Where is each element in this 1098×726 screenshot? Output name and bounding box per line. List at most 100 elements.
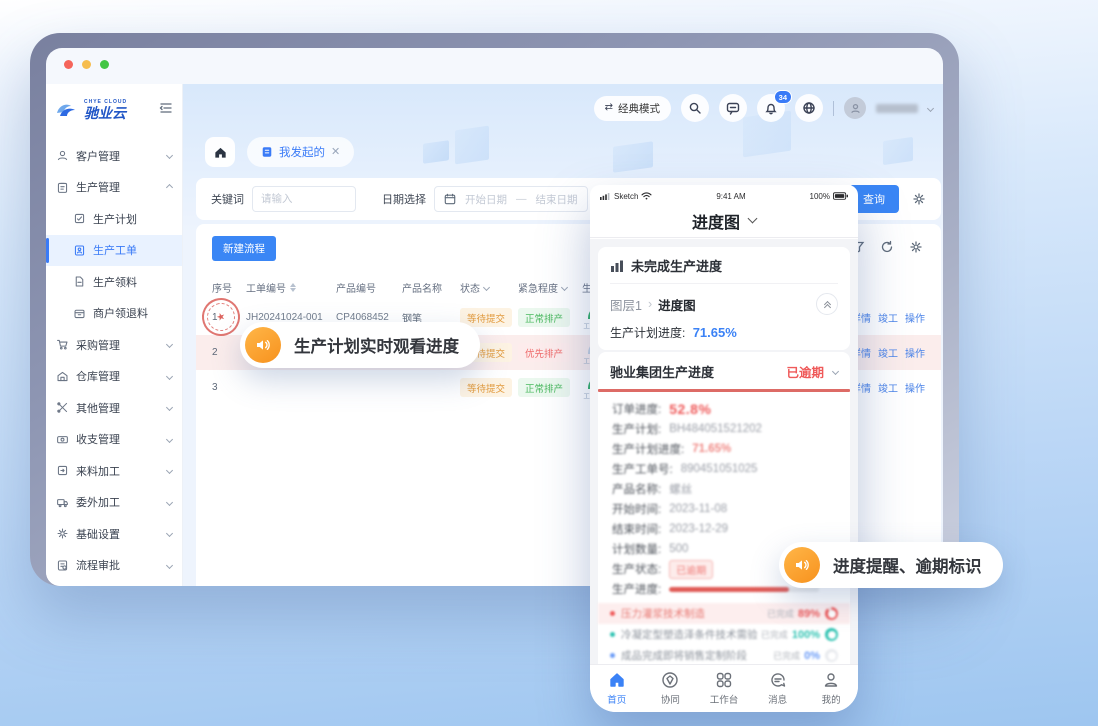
- header-status[interactable]: 状态: [460, 280, 518, 295]
- operate-link[interactable]: 操作: [905, 310, 925, 325]
- callout-realtime-progress: 生产计划实时观看进度: [240, 322, 480, 368]
- brand-logo-icon: [55, 101, 79, 119]
- chevron-down-icon: [166, 499, 173, 506]
- doc-in-icon: [56, 464, 69, 477]
- sidebar-item-purchase[interactable]: 采购管理: [46, 329, 182, 361]
- complete-link[interactable]: 竣工: [878, 380, 898, 395]
- carrier-signal: Sketch: [600, 192, 652, 201]
- unfinished-progress-card: 未完成生产进度 图层1 › 进度图 生产计划进度: 71.65%: [598, 247, 850, 350]
- sidebar-item-approval[interactable]: 流程审批: [46, 550, 182, 582]
- window-controls: [64, 60, 109, 69]
- page-background: CHYE CLOUD 驰业云 客户管理 生产管理: [0, 0, 1098, 726]
- task-row[interactable]: 冷凝定型塑造泽条件技术需验 已完成 100%: [598, 624, 850, 645]
- tab-my-initiated[interactable]: 我发起的 ✕: [247, 137, 354, 167]
- overdue-badge: 已逾期: [669, 560, 713, 579]
- new-process-button[interactable]: 新建流程: [212, 236, 276, 261]
- sidebar-item-incoming-processing[interactable]: 来料加工: [46, 455, 182, 487]
- username-redacted: [876, 104, 918, 113]
- chevron-down-icon: [166, 404, 173, 411]
- message-icon[interactable]: [719, 94, 747, 122]
- speaker-icon: [245, 327, 281, 363]
- classic-mode-button[interactable]: ⇄ 经典模式: [594, 96, 671, 121]
- date-range-picker[interactable]: 开始日期 — 结束日期: [434, 186, 588, 212]
- collapse-up-button[interactable]: [816, 293, 838, 315]
- notification-bell-icon[interactable]: 34: [757, 94, 785, 122]
- swap-icon: ⇄: [605, 103, 613, 113]
- tab-messages[interactable]: 消息: [751, 665, 805, 712]
- sidebar-item-merchant-return[interactable]: 商户领退料: [46, 298, 182, 330]
- sidebar-item-other[interactable]: 其他管理: [46, 392, 182, 424]
- detail-row: 生产计划:BH484051521202: [612, 419, 836, 439]
- tab-workbench[interactable]: 工作台: [697, 665, 751, 712]
- operate-link[interactable]: 操作: [905, 345, 925, 360]
- sidebar-item-finance[interactable]: 收支管理: [46, 424, 182, 456]
- cart-icon: [56, 338, 69, 351]
- chevron-down-icon: [166, 341, 173, 348]
- sort-icon: [290, 283, 296, 292]
- file-icon: [73, 275, 86, 288]
- sidebar-menu: 客户管理 生产管理 生产计划 生产工单: [46, 136, 182, 586]
- speaker-icon: [784, 547, 820, 583]
- calendar-icon: [444, 193, 456, 205]
- header-urgency[interactable]: 紧急程度: [518, 280, 582, 295]
- sidebar-item-warehouse[interactable]: 仓库管理: [46, 361, 182, 393]
- phone-status-bar: Sketch 9:41 AM 100%: [590, 185, 858, 204]
- phone-page-title[interactable]: 进度图: [590, 204, 858, 238]
- detail-row: 产品名称:螺丝: [612, 479, 836, 499]
- operate-link[interactable]: 操作: [905, 380, 925, 395]
- topbar: ⇄ 经典模式 34: [594, 91, 933, 125]
- phone-tab-bar: 首页 协同 工作台 消息 我的: [590, 664, 858, 712]
- sidebar-item-production-plan[interactable]: 生产计划: [46, 203, 182, 235]
- wifi-icon: [641, 192, 652, 200]
- brand-name: CHYE CLOUD 驰业云: [84, 100, 127, 120]
- minimize-window-button[interactable]: [82, 60, 91, 69]
- bullet-dot: [610, 653, 615, 658]
- sidebar-item-settings[interactable]: 基础设置: [46, 518, 182, 550]
- sidebar-item-production[interactable]: 生产管理: [46, 172, 182, 204]
- plan-progress-value: 71.65%: [693, 325, 737, 340]
- tab-collaborate[interactable]: 协同: [644, 665, 698, 712]
- breadcrumb-current: 进度图: [658, 295, 696, 314]
- breadcrumb-parent[interactable]: 图层1: [610, 295, 642, 314]
- tab-profile[interactable]: 我的: [804, 665, 858, 712]
- home-tab-button[interactable]: [205, 137, 235, 167]
- task-row[interactable]: 成品完成即将销售定制阶段 已完成 0%: [598, 645, 850, 664]
- gear-icon: [56, 527, 69, 540]
- maximize-window-button[interactable]: [100, 60, 109, 69]
- person-icon: [822, 671, 840, 689]
- globe-icon[interactable]: [795, 94, 823, 122]
- header-order[interactable]: 工单编号: [246, 280, 336, 295]
- date-label: 日期选择: [382, 191, 426, 207]
- sidebar-item-outsourcing[interactable]: 委外加工: [46, 487, 182, 519]
- plan-doc-icon: [73, 212, 86, 225]
- progress-ring-icon: [825, 628, 838, 641]
- tab-home[interactable]: 首页: [590, 665, 644, 712]
- chevron-down-icon: [832, 368, 839, 375]
- task-row[interactable]: 压力灌浆技术制造 已完成 89%: [598, 603, 850, 624]
- sidebar-item-material-request[interactable]: 生产领料: [46, 266, 182, 298]
- complete-link[interactable]: 竣工: [878, 310, 898, 325]
- keyword-input[interactable]: [252, 186, 356, 212]
- filter-settings-gear-icon[interactable]: [912, 192, 926, 206]
- banner-building: [613, 141, 653, 173]
- battery-status: 100%: [810, 192, 848, 201]
- table-settings-gear-icon[interactable]: [909, 240, 923, 254]
- sidebar-fold-icon[interactable]: [159, 101, 173, 120]
- doc-icon: [261, 146, 273, 158]
- box-icon: [73, 307, 86, 320]
- search-icon[interactable]: [681, 94, 709, 122]
- close-tab-icon[interactable]: ✕: [331, 147, 340, 158]
- sidebar-item-work-order[interactable]: 生产工单: [46, 235, 182, 267]
- chevron-down-icon: [483, 283, 490, 290]
- date-separator: —: [516, 193, 527, 205]
- avatar[interactable]: [844, 97, 866, 119]
- section-header[interactable]: 驰业集团生产进度 已逾期: [598, 352, 850, 389]
- phone-body: 未完成生产进度 图层1 › 进度图 生产计划进度: 71.65%: [590, 239, 858, 664]
- process-task-list: 压力灌浆技术制造 已完成 89% 冷凝定型塑造泽条件技术需验 已完成 100%: [598, 603, 850, 664]
- home-icon: [608, 671, 626, 689]
- sidebar-item-customer[interactable]: 客户管理: [46, 140, 182, 172]
- complete-link[interactable]: 竣工: [878, 345, 898, 360]
- header-code: 产品编号: [336, 280, 402, 295]
- close-window-button[interactable]: [64, 60, 73, 69]
- refresh-icon[interactable]: [880, 240, 894, 254]
